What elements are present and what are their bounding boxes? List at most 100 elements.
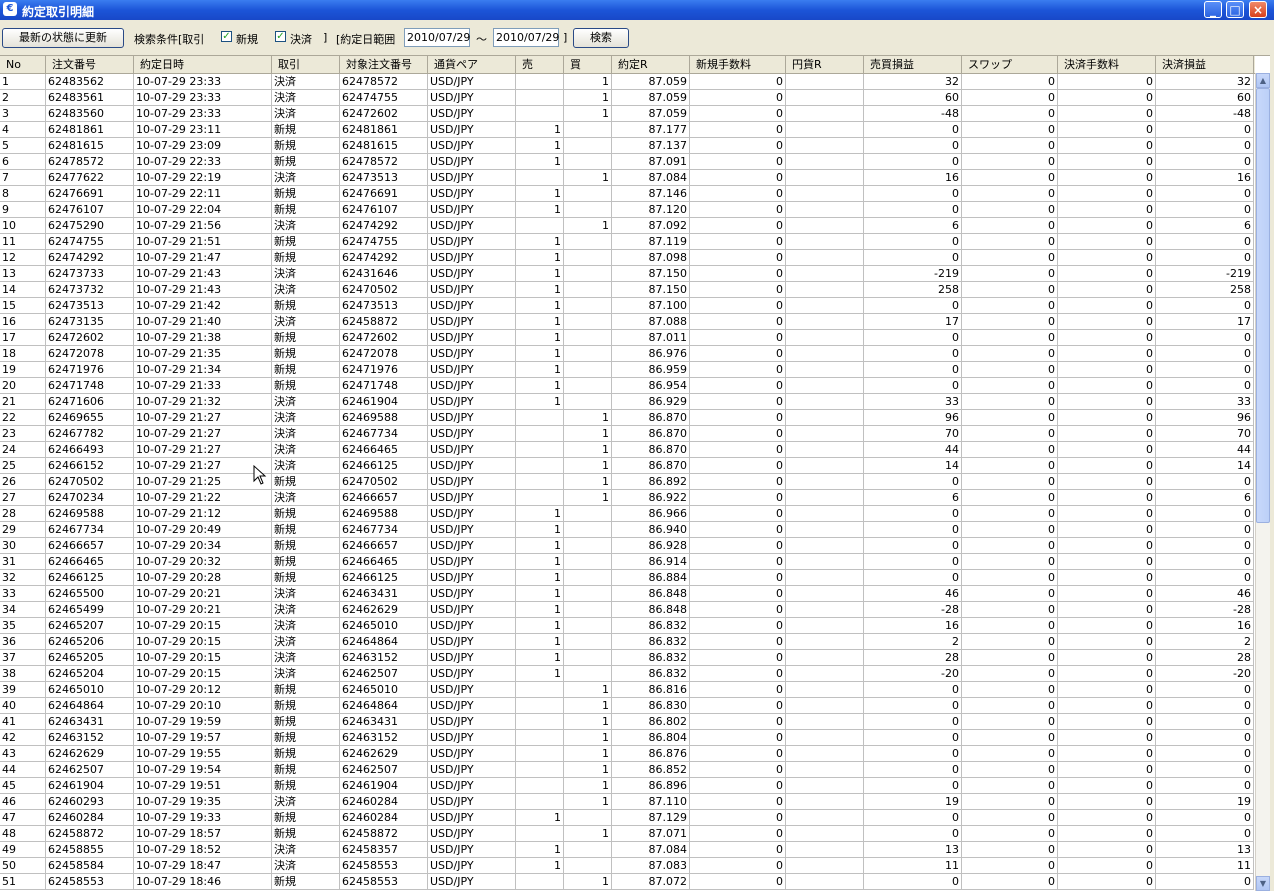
table-row[interactable]: 16 62473135 10-07-29 21:40 決済 62458872 USD/JP…: [0, 314, 1254, 330]
minimize-button[interactable]: _: [1204, 1, 1222, 18]
column-header-currency-pair[interactable]: 通貨ペア: [428, 56, 516, 73]
cell-order-id: 62463152: [46, 730, 134, 746]
table-row[interactable]: 32 62466125 10-07-29 20:28 新規 62466125 USD/JP…: [0, 570, 1254, 586]
table-row[interactable]: 4 62481861 10-07-29 23:11 新規 62481861 USD/JPY…: [0, 122, 1254, 138]
search-button[interactable]: 検索: [573, 28, 629, 48]
table-row[interactable]: 7 62477622 10-07-29 22:19 決済 62473513 USD/JPY…: [0, 170, 1254, 186]
table-row[interactable]: 24 62466493 10-07-29 21:27 決済 62466465 USD/JP…: [0, 442, 1254, 458]
table-row[interactable]: 14 62473732 10-07-29 21:43 決済 62470502 USD/JP…: [0, 282, 1254, 298]
cell-swap: 0: [962, 506, 1058, 522]
cell-exec-rate: 87.129: [612, 810, 690, 826]
table-row[interactable]: 37 62465205 10-07-29 20:15 決済 62463152 USD/JP…: [0, 650, 1254, 666]
table-row[interactable]: 41 62463431 10-07-29 19:59 新規 62463431 USD/JP…: [0, 714, 1254, 730]
table-row[interactable]: 9 62476107 10-07-29 22:04 新規 62476107 USD/JPY…: [0, 202, 1254, 218]
vertical-scrollbar[interactable]: ▲ ▼: [1255, 73, 1270, 891]
cell-exec-rate: 87.146: [612, 186, 690, 202]
table-row[interactable]: 19 62471976 10-07-29 21:34 新規 62471976 USD/JP…: [0, 362, 1254, 378]
table-row[interactable]: 29 62467734 10-07-29 20:49 新規 62467734 USD/JP…: [0, 522, 1254, 538]
column-header-order-id[interactable]: 注文番号: [46, 56, 134, 73]
table-row[interactable]: 17 62472602 10-07-29 21:38 新規 62472602 USD/JP…: [0, 330, 1254, 346]
cell-close-pl: 0: [1156, 570, 1254, 586]
cell-target-order-id: 62461904: [340, 778, 428, 794]
scroll-up-arrow[interactable]: ▲: [1256, 73, 1270, 88]
column-header-no[interactable]: No: [0, 56, 46, 73]
table-row[interactable]: 26 62470502 10-07-29 21:25 新規 62470502 USD/JP…: [0, 474, 1254, 490]
cell-no: 13: [0, 266, 46, 282]
close-button[interactable]: ×: [1249, 1, 1267, 18]
table-row[interactable]: 35 62465207 10-07-29 20:15 決済 62465010 USD/JP…: [0, 618, 1254, 634]
column-header-trade-type[interactable]: 取引: [272, 56, 340, 73]
column-header-new-fee[interactable]: 新規手数料: [690, 56, 786, 73]
table-row[interactable]: 11 62474755 10-07-29 21:51 新規 62474755 USD/JP…: [0, 234, 1254, 250]
table-row[interactable]: 47 62460284 10-07-29 19:33 新規 62460284 USD/JP…: [0, 810, 1254, 826]
column-header-close-fee[interactable]: 決済手数料: [1058, 56, 1156, 73]
table-row[interactable]: 12 62474292 10-07-29 21:47 新規 62474292 USD/JP…: [0, 250, 1254, 266]
cell-sell: 1: [516, 618, 564, 634]
app-icon[interactable]: €: [3, 2, 17, 16]
maximize-button[interactable]: □: [1226, 1, 1244, 18]
table-row[interactable]: 51 62458553 10-07-29 18:46 新規 62458553 USD/JP…: [0, 874, 1254, 890]
table-row[interactable]: 21 62471606 10-07-29 21:32 決済 62461904 USD/JP…: [0, 394, 1254, 410]
table-row[interactable]: 10 62475290 10-07-29 21:56 決済 62474292 USD/JP…: [0, 218, 1254, 234]
cell-close-pl: 0: [1156, 202, 1254, 218]
table-row[interactable]: 2 62483561 10-07-29 23:33 決済 62474755 USD/JPY…: [0, 90, 1254, 106]
date-from-input[interactable]: 2010/07/29: [404, 28, 470, 47]
table-row[interactable]: 1 62483562 10-07-29 23:33 決済 62478572 USD/JPY…: [0, 74, 1254, 90]
column-header-buy[interactable]: 買: [564, 56, 612, 73]
table-row[interactable]: 40 62464864 10-07-29 20:10 新規 62464864 USD/JP…: [0, 698, 1254, 714]
table-row[interactable]: 36 62465206 10-07-29 20:15 決済 62464864 USD/JP…: [0, 634, 1254, 650]
cell-trade-type: 決済: [272, 106, 340, 122]
cell-no: 27: [0, 490, 46, 506]
column-header-sell[interactable]: 売: [516, 56, 564, 73]
table-row[interactable]: 27 62470234 10-07-29 21:22 決済 62466657 USD/JP…: [0, 490, 1254, 506]
cell-exec-rate: 86.852: [612, 762, 690, 778]
table-row[interactable]: 38 62465204 10-07-29 20:15 決済 62462507 USD/JP…: [0, 666, 1254, 682]
table-row[interactable]: 46 62460293 10-07-29 19:35 決済 62460284 USD/JP…: [0, 794, 1254, 810]
cell-trade-pl: 16: [864, 170, 962, 186]
scroll-down-arrow[interactable]: ▼: [1256, 876, 1270, 891]
table-row[interactable]: 48 62458872 10-07-29 18:57 新規 62458872 USD/JP…: [0, 826, 1254, 842]
table-row[interactable]: 33 62465500 10-07-29 20:21 決済 62463431 USD/JP…: [0, 586, 1254, 602]
close-checkbox[interactable]: ✓: [275, 31, 286, 42]
column-header-yen-rate[interactable]: 円貨R: [786, 56, 864, 73]
table-row[interactable]: 22 62469655 10-07-29 21:27 決済 62469588 USD/JP…: [0, 410, 1254, 426]
cell-target-order-id: 62431646: [340, 266, 428, 282]
column-header-close-pl[interactable]: 決済損益: [1156, 56, 1254, 73]
table-row[interactable]: 20 62471748 10-07-29 21:33 新規 62471748 USD/JP…: [0, 378, 1254, 394]
column-header-swap[interactable]: スワップ: [962, 56, 1058, 73]
cell-swap: 0: [962, 570, 1058, 586]
table-row[interactable]: 44 62462507 10-07-29 19:54 新規 62462507 USD/JP…: [0, 762, 1254, 778]
table-row[interactable]: 42 62463152 10-07-29 19:57 新規 62463152 USD/JP…: [0, 730, 1254, 746]
table-row[interactable]: 8 62476691 10-07-29 22:11 新規 62476691 USD/JPY…: [0, 186, 1254, 202]
cell-swap: 0: [962, 746, 1058, 762]
table-row[interactable]: 5 62481615 10-07-29 23:09 新規 62481615 USD/JPY…: [0, 138, 1254, 154]
cell-order-id: 62469588: [46, 506, 134, 522]
table-row[interactable]: 34 62465499 10-07-29 20:21 決済 62462629 USD/JP…: [0, 602, 1254, 618]
table-row[interactable]: 15 62473513 10-07-29 21:42 新規 62473513 USD/JP…: [0, 298, 1254, 314]
table-row[interactable]: 50 62458584 10-07-29 18:47 決済 62458553 USD/JP…: [0, 858, 1254, 874]
cell-close-pl: 6: [1156, 218, 1254, 234]
table-row[interactable]: 13 62473733 10-07-29 21:43 決済 62431646 USD/JP…: [0, 266, 1254, 282]
column-header-exec-time[interactable]: 約定日時: [134, 56, 272, 73]
table-row[interactable]: 25 62466152 10-07-29 21:27 決済 62466125 USD/JP…: [0, 458, 1254, 474]
column-header-trade-pl[interactable]: 売買損益: [864, 56, 962, 73]
column-header-exec-rate[interactable]: 約定R: [612, 56, 690, 73]
table-row[interactable]: 31 62466465 10-07-29 20:32 新規 62466465 USD/JP…: [0, 554, 1254, 570]
table-row[interactable]: 23 62467782 10-07-29 21:27 決済 62467734 USD/JP…: [0, 426, 1254, 442]
table-row[interactable]: 30 62466657 10-07-29 20:34 新規 62466657 USD/JP…: [0, 538, 1254, 554]
table-row[interactable]: 39 62465010 10-07-29 20:12 新規 62465010 USD/JP…: [0, 682, 1254, 698]
cell-trade-type: 決済: [272, 842, 340, 858]
table-row[interactable]: 28 62469588 10-07-29 21:12 新規 62469588 USD/JP…: [0, 506, 1254, 522]
column-header-target-order-id[interactable]: 対象注文番号: [340, 56, 428, 73]
date-to-input[interactable]: 2010/07/29: [493, 28, 559, 47]
refresh-button[interactable]: 最新の状態に更新: [2, 28, 124, 48]
table-row[interactable]: 45 62461904 10-07-29 19:51 新規 62461904 USD/JP…: [0, 778, 1254, 794]
table-row[interactable]: 6 62478572 10-07-29 22:33 新規 62478572 USD/JPY…: [0, 154, 1254, 170]
table-row[interactable]: 18 62472078 10-07-29 21:35 新規 62472078 USD/JP…: [0, 346, 1254, 362]
cell-close-pl: 33: [1156, 394, 1254, 410]
table-row[interactable]: 49 62458855 10-07-29 18:52 決済 62458357 USD/JP…: [0, 842, 1254, 858]
scroll-thumb[interactable]: [1256, 88, 1270, 523]
new-checkbox[interactable]: ✓: [221, 31, 232, 42]
table-row[interactable]: 3 62483560 10-07-29 23:33 決済 62472602 USD/JPY…: [0, 106, 1254, 122]
table-row[interactable]: 43 62462629 10-07-29 19:55 新規 62462629 USD/JP…: [0, 746, 1254, 762]
